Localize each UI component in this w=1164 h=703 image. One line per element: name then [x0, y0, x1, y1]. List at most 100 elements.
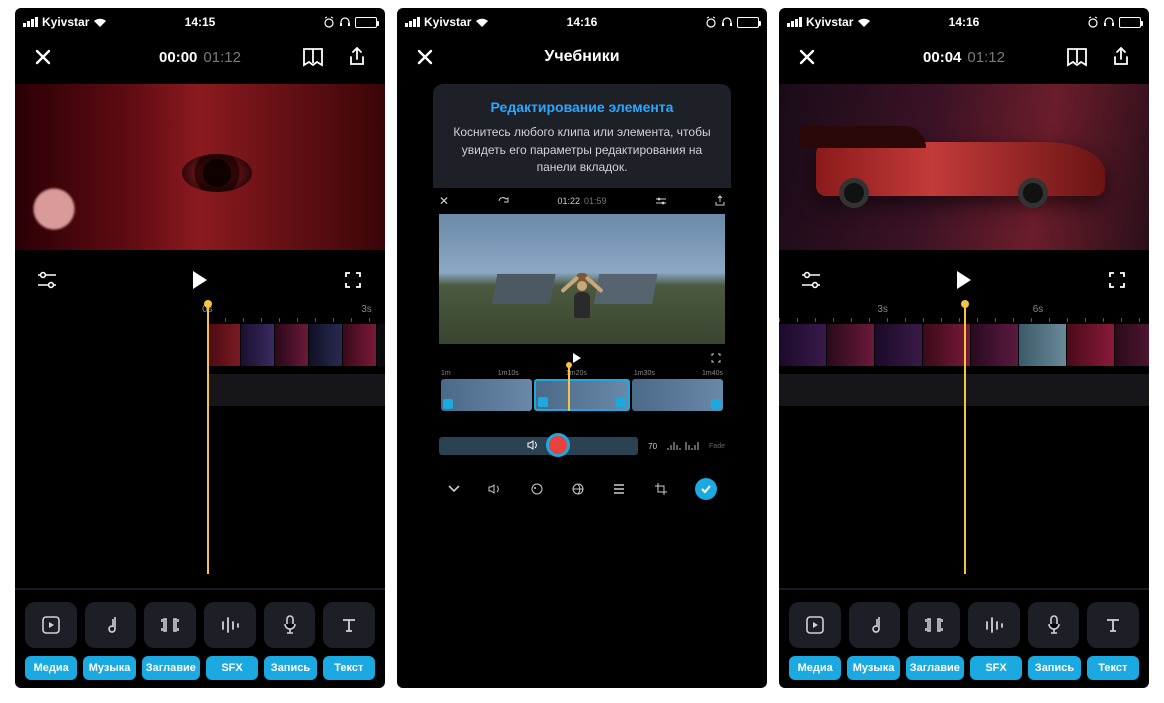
mini-editor-preview: ✕ 01:22 01:59 1m 1m10s 1 — [433, 188, 731, 465]
video-preview[interactable] — [15, 78, 385, 256]
close-button[interactable] — [411, 43, 439, 71]
wifi-icon — [475, 17, 489, 28]
list-icon[interactable] — [612, 483, 626, 495]
mini-close-icon: ✕ — [439, 194, 449, 208]
video-track[interactable] — [207, 324, 385, 366]
playhead[interactable] — [964, 304, 966, 574]
carrier-label: Kyivstar — [424, 15, 471, 29]
clip[interactable] — [875, 324, 923, 366]
sfx-tool-button[interactable] — [968, 602, 1020, 648]
clock: 14:16 — [567, 15, 598, 29]
tutorial-footer-icons — [433, 471, 731, 507]
clip[interactable] — [1067, 324, 1115, 366]
tool-label-row: Медиа Музыка Заглавие SFX Запись Текст — [25, 656, 375, 680]
mini-time-current: 01:22 — [558, 196, 581, 206]
crop-icon[interactable] — [654, 482, 668, 496]
mini-export-icon — [715, 195, 725, 207]
signal-icon — [23, 17, 38, 27]
globe-icon[interactable] — [571, 482, 585, 496]
clip[interactable] — [971, 324, 1019, 366]
playback-controls — [15, 256, 385, 304]
music-tool-button[interactable] — [849, 602, 901, 648]
text-tool-button[interactable] — [1087, 602, 1139, 648]
clip[interactable] — [1115, 324, 1149, 366]
clip[interactable] — [275, 324, 309, 366]
confirm-button[interactable] — [695, 478, 717, 500]
record-chip[interactable]: Запись — [264, 656, 316, 680]
export-button[interactable] — [343, 43, 371, 71]
video-preview[interactable] — [779, 78, 1149, 256]
sfx-tool-button[interactable] — [204, 602, 256, 648]
fx-icon[interactable] — [530, 482, 544, 496]
slider-thumb — [546, 433, 570, 457]
preview-frame-car — [779, 84, 1149, 250]
card-title: Редактирование элемента — [451, 98, 713, 116]
bottom-toolbar: Медиа Музыка Заглавие SFX Запись Текст — [15, 590, 385, 688]
battery-icon — [355, 17, 377, 28]
tool-label-row: Медиа Музыка Заглавие SFX Запись Текст — [789, 656, 1139, 680]
transition-icon — [711, 399, 721, 409]
wave-out-icon — [685, 440, 699, 452]
bookmark-button[interactable] — [299, 43, 327, 71]
mini-preview-image — [439, 214, 725, 344]
clip[interactable] — [241, 324, 275, 366]
clip[interactable] — [779, 324, 827, 366]
mini-clip-selected — [534, 379, 629, 411]
music-chip[interactable]: Музыка — [83, 656, 135, 680]
headphones-icon — [721, 16, 733, 28]
timeline[interactable] — [15, 324, 385, 494]
phone-screen-1: Kyivstar 14:15 00:00 01:12 — [15, 8, 385, 688]
wifi-icon — [93, 17, 107, 28]
media-chip[interactable]: Медиа — [789, 656, 841, 680]
text-chip[interactable]: Текст — [1087, 656, 1139, 680]
playhead[interactable] — [207, 304, 209, 574]
title-tool-button[interactable] — [144, 602, 196, 648]
play-button[interactable] — [950, 266, 978, 294]
title-tool-button[interactable] — [908, 602, 960, 648]
time-current: 00:00 — [159, 49, 197, 66]
close-button[interactable] — [29, 43, 57, 71]
ruler-label: 3s — [361, 304, 372, 315]
media-tool-button[interactable] — [789, 602, 841, 648]
tool-icon-row — [789, 602, 1139, 648]
clip[interactable] — [207, 324, 241, 366]
record-tool-button[interactable] — [1028, 602, 1080, 648]
title-chip[interactable]: Заглавие — [142, 656, 200, 680]
chevron-down-icon[interactable] — [447, 484, 461, 494]
headphones-icon — [1103, 16, 1115, 28]
play-button[interactable] — [186, 266, 214, 294]
ruler-label: 1m10s — [498, 370, 519, 377]
bottom-toolbar: Медиа Музыка Заглавие SFX Запись Текст — [779, 590, 1149, 688]
close-button[interactable] — [793, 43, 821, 71]
volume-icon[interactable] — [488, 483, 502, 495]
sfx-chip[interactable]: SFX — [206, 656, 258, 680]
clip[interactable] — [1019, 324, 1067, 366]
media-chip[interactable]: Медиа — [25, 656, 77, 680]
record-chip[interactable]: Запись — [1028, 656, 1080, 680]
clip[interactable] — [309, 324, 343, 366]
empty-track[interactable] — [207, 374, 385, 406]
clip[interactable] — [343, 324, 377, 366]
sfx-chip[interactable]: SFX — [970, 656, 1022, 680]
settings-sliders-button[interactable] — [797, 266, 825, 294]
fullscreen-button[interactable] — [339, 266, 367, 294]
media-tool-button[interactable] — [25, 602, 77, 648]
title-chip[interactable]: Заглавие — [906, 656, 964, 680]
text-chip[interactable]: Текст — [323, 656, 375, 680]
card-description: Коснитесь любого клипа или элемента, что… — [451, 124, 713, 176]
timeline-ruler[interactable]: 0s 3s — [15, 304, 385, 324]
export-button[interactable] — [1107, 43, 1135, 71]
record-tool-button[interactable] — [264, 602, 316, 648]
clip[interactable] — [827, 324, 875, 366]
music-chip[interactable]: Музыка — [847, 656, 899, 680]
mini-ruler: 1m 1m10s 1m20s 1m30s 1m40s — [439, 368, 725, 377]
bookmark-button[interactable] — [1063, 43, 1091, 71]
ruler-label: 1m40s — [702, 370, 723, 377]
mini-play-icon — [573, 353, 581, 363]
timeline[interactable] — [779, 324, 1149, 494]
music-tool-button[interactable] — [85, 602, 137, 648]
text-tool-button[interactable] — [323, 602, 375, 648]
settings-sliders-button[interactable] — [33, 266, 61, 294]
wifi-icon — [857, 17, 871, 28]
fullscreen-button[interactable] — [1103, 266, 1131, 294]
